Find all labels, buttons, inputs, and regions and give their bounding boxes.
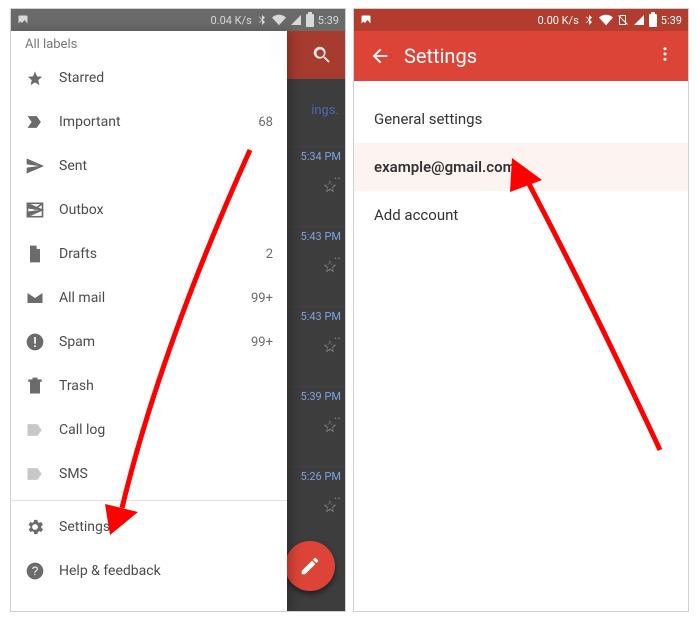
page-title: Settings [404,44,650,68]
battery-icon [306,14,314,27]
status-bar: 0.00 K/s 5:39 [354,9,688,31]
drawer-item-trash[interactable]: Trash [11,364,287,408]
label-icon [25,420,53,440]
mail-row[interactable]: 5:43 PM .. [283,306,345,358]
drawer-item-important[interactable]: Important 68 [11,100,287,144]
clock: 5:39 [318,14,339,27]
compose-fab[interactable] [285,541,335,591]
drawer-item-sms[interactable]: SMS [11,452,287,496]
outbox-icon [25,200,53,220]
arrow-back-icon [369,45,391,67]
drafts-icon [25,244,53,264]
important-icon [25,112,53,132]
settings-list: General settings example@gmail.com Add a… [354,81,688,239]
star-outline-icon[interactable] [321,417,339,435]
battery-icon [649,14,657,27]
clock: 5:39 [661,14,682,27]
screen-drawer: 0.04 K/s 5:39 ings. 5:34 PM .. 5:43 PM .… [10,8,346,612]
status-bar: 0.04 K/s 5:39 [11,9,345,31]
drawer-item-calllog[interactable]: Call log [11,408,287,452]
drawer-section-label: All labels [11,31,287,56]
divider [11,500,287,501]
picture-icon [17,14,29,26]
settings-item-account[interactable]: example@gmail.com [354,143,688,191]
drawer-item-help[interactable]: ? Help & feedback [11,549,287,593]
star-outline-icon[interactable] [321,257,339,275]
more-vert-icon [656,45,674,63]
dimmed-inbox: ings. 5:34 PM .. 5:43 PM .. 5:43 PM .. 5… [281,31,345,611]
drawer-item-settings[interactable]: Settings [11,505,287,549]
pencil-icon [299,555,321,577]
star-outline-icon[interactable] [321,177,339,195]
gear-icon [25,517,53,537]
allmail-icon [25,288,53,308]
mail-row[interactable]: 5:43 PM .. [283,226,345,278]
settings-item-add-account[interactable]: Add account [354,191,688,239]
label-icon [25,464,53,484]
search-icon[interactable] [311,44,333,66]
overflow-menu[interactable] [650,45,680,67]
star-icon [25,68,53,88]
drawer-item-drafts[interactable]: Drafts 2 [11,232,287,276]
drawer-item-starred[interactable]: Starred [11,56,287,100]
back-button[interactable] [362,45,398,67]
svg-text:?: ? [32,565,39,578]
drawer-list: Starred Important 68 Sent Outbox Drafts [11,56,287,611]
settings-item-general[interactable]: General settings [354,95,688,143]
mail-row[interactable]: 5:39 PM .. [283,386,345,438]
inbox-link-fragment: ings. [311,103,339,118]
network-speed: 0.00 K/s [537,14,578,27]
bluetooth-icon [583,14,595,26]
bluetooth-icon [256,14,268,26]
spam-icon [25,332,53,352]
app-bar [281,31,345,79]
mail-row[interactable]: 5:34 PM .. [283,146,345,198]
signal-icon [633,14,645,26]
help-icon: ? [25,561,53,581]
wifi-icon [272,13,286,27]
drawer-item-sent[interactable]: Sent [11,144,287,188]
no-sim-icon [617,14,629,26]
app-bar: Settings [354,31,688,81]
drawer-item-spam[interactable]: Spam 99+ [11,320,287,364]
star-outline-icon[interactable] [321,337,339,355]
drawer-item-outbox[interactable]: Outbox [11,188,287,232]
picture-icon [360,14,372,26]
trash-icon [25,376,53,396]
screen-settings: 0.00 K/s 5:39 Settings General settings … [353,8,689,612]
mail-row[interactable]: 5:26 PM .. [283,466,345,518]
sent-icon [25,156,53,176]
signal-icon [290,14,302,26]
navigation-drawer: All labels Starred Important 68 Sent Out… [11,31,287,611]
star-outline-icon[interactable] [321,497,339,515]
drawer-item-allmail[interactable]: All mail 99+ [11,276,287,320]
wifi-icon [599,13,613,27]
network-speed: 0.04 K/s [210,14,251,27]
